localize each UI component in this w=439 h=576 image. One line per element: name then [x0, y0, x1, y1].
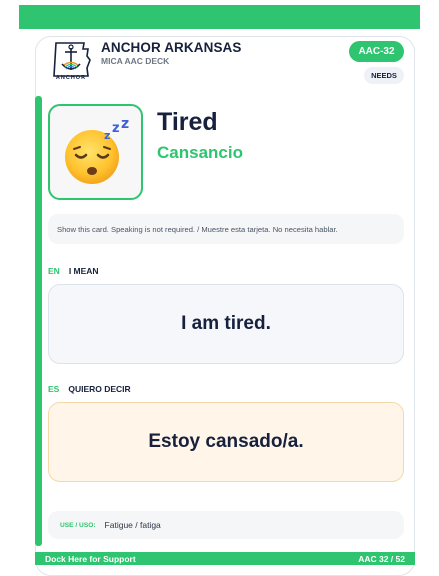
spanish-section-header: ES QUIERO DECIR: [48, 384, 131, 394]
spanish-lang-code: ES: [48, 384, 60, 394]
english-section-label: I MEAN: [68, 266, 99, 276]
usage-row: USE / USO: Fatigue / fatiga: [48, 511, 404, 539]
top-color-bar: [19, 5, 420, 29]
english-phrase-box[interactable]: I am tired.: [48, 284, 404, 364]
card-code-badge: AAC-32: [349, 41, 404, 62]
word-english: Tired: [157, 108, 218, 136]
svg-text:z: z: [121, 117, 129, 132]
usage-value: Fatigue / fatiga: [104, 520, 161, 530]
spanish-section-label: QUIERO DECIR: [68, 384, 131, 394]
deck-name: MICA AAC DECK: [101, 56, 170, 66]
usage-label: USE / USO:: [60, 521, 96, 529]
english-lang-code: EN: [48, 266, 60, 276]
svg-text:z: z: [104, 129, 110, 142]
org-name: ANCHOR ARKANSAS: [101, 40, 242, 55]
footer-support-text: Dock Here for Support: [45, 553, 136, 564]
emoji-frame: z z z: [48, 104, 143, 200]
category-badge: NEEDS: [364, 67, 404, 84]
svg-text:z: z: [112, 121, 120, 136]
english-section-header: EN I MEAN: [48, 266, 99, 276]
footer-bar: Dock Here for Support AAC 32 / 52: [35, 552, 415, 565]
word-spanish: Cansancio: [157, 143, 243, 162]
footer-page-count: AAC 32 / 52: [358, 553, 405, 564]
instruction-text: Show this card. Speaking is not required…: [48, 214, 404, 244]
logo-wordmark: ANCHOR: [55, 75, 87, 81]
sleeping-face-icon: z z z: [64, 117, 129, 184]
card-accent-bar: [35, 96, 42, 546]
spanish-phrase-box[interactable]: Estoy cansado/a.: [48, 402, 404, 482]
